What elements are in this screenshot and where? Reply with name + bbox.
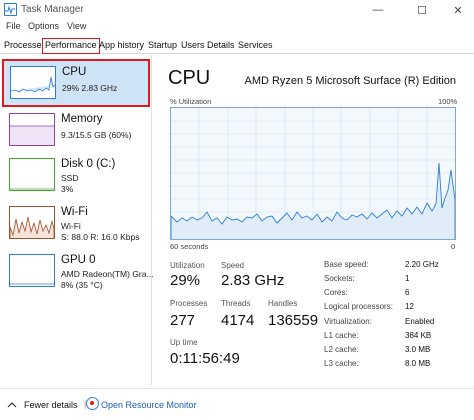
menu-view[interactable]: View (67, 21, 86, 31)
graph-y-label: % Utilization (170, 97, 212, 106)
close-icon: ✕ (453, 4, 463, 17)
tab-details[interactable]: Details (207, 40, 235, 50)
sidebar-item-memory-title: Memory (61, 113, 103, 125)
detail-value: 12 (405, 302, 414, 311)
resource-sidebar: CPU 29% 2.83 GHz Memory 9.3/15.5 GB (60%… (0, 55, 154, 385)
sidebar-item-cpu-title: CPU (62, 66, 87, 78)
wifi-thumbnail-graph (9, 206, 55, 239)
fewer-details-link[interactable]: Fewer details (24, 400, 78, 410)
open-resource-monitor-link[interactable]: Open Resource Monitor (101, 400, 197, 410)
detail-value: 2.20 GHz (405, 260, 439, 269)
sidebar-item-disk-usage: 3% (61, 184, 74, 194)
menu-options[interactable]: Options (28, 21, 59, 31)
speed-label: Speed (221, 261, 245, 270)
detail-label: L3 cache: (324, 359, 359, 368)
cpu-model-name: AMD Ryzen 5 Microsoft Surface (R) Editio… (244, 75, 456, 87)
footer-bar: Fewer details | Open Resource Monitor (0, 388, 474, 420)
tab-startup[interactable]: Startup (148, 40, 177, 50)
page-title: CPU (168, 67, 211, 89)
sidebar-item-wifi-title: Wi-Fi (61, 206, 88, 218)
sidebar-item-cpu[interactable]: CPU 29% 2.83 GHz (2, 59, 150, 107)
detail-label: L1 cache: (324, 331, 359, 340)
detail-label: Sockets: (324, 274, 355, 283)
detail-value: 3.0 MB (405, 345, 431, 354)
sidebar-item-gpu-usage: 8% (35 °C) (61, 280, 103, 290)
close-button[interactable]: ✕ (438, 0, 474, 20)
cpu-thumbnail-graph (10, 66, 56, 99)
threads-label: Threads (221, 299, 251, 308)
graph-x-min: 0 (451, 242, 456, 251)
title-bar: Task Manager — ☐ ✕ (0, 0, 474, 20)
sidebar-item-wifi-name: Wi-Fi (61, 221, 81, 231)
tab-processes[interactable]: Processes (4, 40, 46, 50)
sidebar-item-disk-type: SSD (61, 173, 79, 183)
detail-value: Enabled (405, 317, 435, 326)
disk-thumbnail-graph (9, 158, 55, 191)
tab-app-history[interactable]: App history (99, 40, 144, 50)
tab-bar: Processes Performance App history Startu… (0, 37, 474, 54)
sidebar-item-gpu-title: GPU 0 (61, 254, 96, 266)
gpu-thumbnail-graph (9, 254, 55, 287)
detail-value: 1 (405, 274, 410, 283)
handles-label: Handles (268, 299, 298, 308)
detail-value: 8.0 MB (405, 359, 431, 368)
detail-value: 384 KB (405, 331, 432, 340)
task-manager-window: Task Manager — ☐ ✕ File Options View Pro… (0, 0, 474, 420)
resource-monitor-icon (86, 397, 99, 410)
speed-value: 2.83 GHz (221, 272, 285, 289)
utilization-value: 29% (170, 272, 201, 289)
minimize-button[interactable]: — (358, 0, 398, 20)
cpu-utilization-graph (170, 107, 456, 240)
graph-y-max: 100% (438, 97, 458, 106)
processes-label: Processes (170, 299, 208, 308)
tab-performance[interactable]: Performance (42, 38, 100, 54)
threads-value: 4174 (221, 312, 255, 329)
maximize-button[interactable]: ☐ (402, 0, 442, 20)
menu-file[interactable]: File (6, 21, 21, 31)
chevron-up-icon (7, 402, 17, 408)
detail-label: Base speed: (324, 260, 369, 269)
graph-x-label: 60 seconds (170, 242, 209, 251)
sidebar-item-gpu-name: AMD Radeon(TM) Gra... (61, 269, 154, 279)
handles-value: 136559 (268, 312, 319, 329)
tab-services[interactable]: Services (238, 40, 273, 50)
uptime-value: 0:11:56:49 (170, 350, 240, 367)
maximize-icon: ☐ (417, 4, 427, 17)
minimize-icon: — (372, 4, 384, 16)
uptime-label: Up time (170, 338, 198, 347)
tab-users[interactable]: Users (181, 40, 205, 50)
detail-label: L2 cache: (324, 345, 359, 354)
menu-bar: File Options View (0, 21, 474, 35)
sidebar-item-wifi[interactable]: Wi-Fi Wi-Fi S: 88.0 R: 16.0 Kbps (3, 201, 149, 249)
sidebar-item-memory[interactable]: Memory 9.3/15.5 GB (60%) (3, 108, 149, 156)
task-manager-icon (4, 3, 17, 16)
detail-label: Cores: (324, 288, 348, 297)
memory-thumbnail-graph (9, 113, 55, 146)
sidebar-item-disk-title: Disk 0 (C:) (61, 158, 116, 170)
window-title: Task Manager (21, 4, 84, 15)
sidebar-item-gpu[interactable]: GPU 0 AMD Radeon(TM) Gra... 8% (35 °C) (3, 249, 154, 297)
processes-value: 277 (170, 312, 196, 329)
sidebar-item-cpu-usage: 29% 2.83 GHz (62, 83, 118, 93)
detail-label: Virtualization: (324, 317, 372, 326)
detail-label: Logical processors: (324, 302, 393, 311)
sidebar-item-memory-usage: 9.3/15.5 GB (60%) (61, 130, 132, 140)
sidebar-item-wifi-throughput: S: 88.0 R: 16.0 Kbps (61, 232, 140, 242)
utilization-label: Utilization (170, 261, 205, 270)
fewer-details-button[interactable] (6, 399, 18, 411)
detail-value: 6 (405, 288, 410, 297)
sidebar-item-disk[interactable]: Disk 0 (C:) SSD 3% (3, 153, 149, 201)
